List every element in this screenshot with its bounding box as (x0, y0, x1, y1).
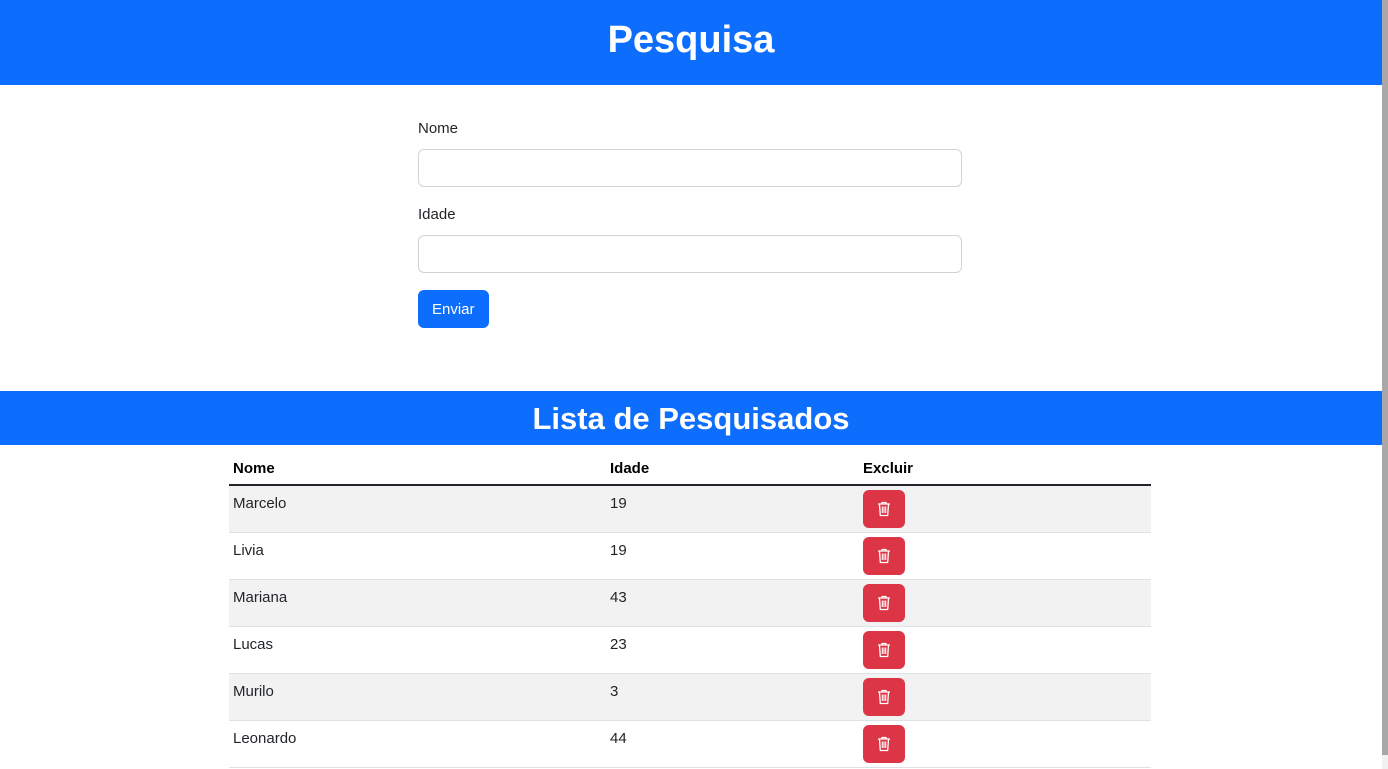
respondents-table: Nome Idade Excluir Marcelo 19 Livia 19 M… (229, 453, 1151, 768)
delete-button[interactable] (863, 537, 905, 575)
table-row: Lucas 23 (229, 626, 1151, 674)
row-name-cell: Murilo (229, 673, 606, 721)
trash-icon (877, 689, 891, 705)
table-row: Livia 19 (229, 532, 1151, 580)
row-age: 23 (610, 636, 627, 653)
row-action-cell (859, 532, 1151, 580)
row-age: 3 (610, 683, 619, 700)
row-age-cell: 3 (606, 673, 859, 721)
row-action-cell (859, 579, 1151, 627)
row-name-cell: Livia (229, 532, 606, 580)
row-name: Leonardo (233, 730, 297, 747)
submit-button[interactable]: Enviar (418, 290, 489, 328)
page: Pesquisa Nome Idade Enviar Lista de Pesq… (0, 0, 1382, 769)
table-row: Mariana 43 (229, 579, 1151, 627)
table-header-row: Nome Idade Excluir (229, 453, 1151, 486)
header-bar: Pesquisa (0, 0, 1382, 85)
age-field-group: Idade (418, 204, 962, 273)
row-age: 44 (610, 730, 627, 747)
row-name-cell: Mariana (229, 579, 606, 627)
name-input[interactable] (418, 149, 962, 187)
scrollbar-thumb[interactable] (1382, 0, 1388, 755)
row-name-cell: Marcelo (229, 485, 606, 533)
list-title: Lista de Pesquisados (532, 401, 850, 436)
delete-button[interactable] (863, 490, 905, 528)
age-label: Idade (418, 206, 456, 223)
age-input[interactable] (418, 235, 962, 273)
row-age: 19 (610, 495, 627, 512)
vertical-scrollbar[interactable] (1382, 0, 1388, 769)
row-name: Livia (233, 542, 264, 559)
delete-button[interactable] (863, 584, 905, 622)
trash-icon (877, 548, 891, 564)
row-age-cell: 19 (606, 485, 859, 533)
table-row: Leonardo 44 (229, 720, 1151, 768)
column-header-nome: Nome (229, 453, 606, 486)
column-header-idade: Idade (606, 453, 859, 486)
delete-button[interactable] (863, 631, 905, 669)
row-age: 43 (610, 589, 627, 606)
delete-button[interactable] (863, 725, 905, 763)
trash-icon (877, 736, 891, 752)
row-age-cell: 23 (606, 626, 859, 674)
row-name-cell: Lucas (229, 626, 606, 674)
table-row: Marcelo 19 (229, 485, 1151, 533)
row-name: Marcelo (233, 495, 287, 512)
trash-icon (877, 501, 891, 517)
delete-button[interactable] (863, 678, 905, 716)
row-action-cell (859, 720, 1151, 768)
row-action-cell (859, 626, 1151, 674)
name-label: Nome (418, 120, 459, 137)
row-age-cell: 19 (606, 532, 859, 580)
list-header-bar: Lista de Pesquisados (0, 391, 1382, 445)
survey-form: Nome Idade Enviar (418, 118, 962, 328)
name-field-group: Nome (418, 118, 962, 187)
row-action-cell (859, 673, 1151, 721)
row-age-cell: 43 (606, 579, 859, 627)
row-name: Mariana (233, 589, 288, 606)
row-name-cell: Leonardo (229, 720, 606, 768)
row-age: 19 (610, 542, 627, 559)
trash-icon (877, 595, 891, 611)
trash-icon (877, 642, 891, 658)
page-title: Pesquisa (607, 19, 775, 61)
column-header-excluir: Excluir (859, 453, 1151, 486)
row-name: Murilo (233, 683, 274, 700)
row-action-cell (859, 485, 1151, 533)
table-row: Murilo 3 (229, 673, 1151, 721)
row-name: Lucas (233, 636, 274, 653)
row-age-cell: 44 (606, 720, 859, 768)
